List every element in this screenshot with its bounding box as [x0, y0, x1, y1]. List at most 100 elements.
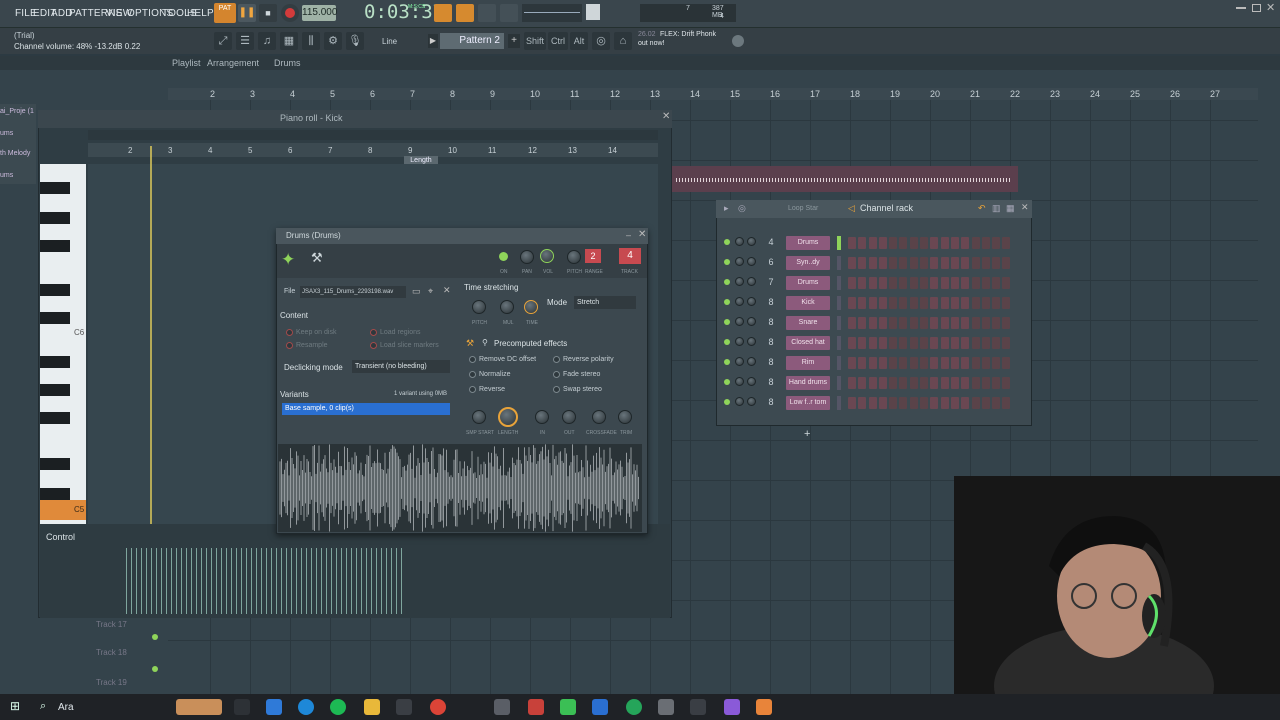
step-button[interactable] [889, 237, 898, 249]
step-button[interactable] [992, 237, 1001, 249]
velocity-bar[interactable] [216, 548, 217, 614]
velocity-bar[interactable] [376, 548, 377, 614]
playlist-icon[interactable]: ☰ [236, 32, 254, 50]
step-button[interactable] [868, 237, 877, 249]
velocity-bar[interactable] [131, 548, 132, 614]
step-button[interactable] [940, 297, 949, 309]
step-button[interactable] [1002, 317, 1011, 329]
black-key[interactable] [40, 488, 70, 500]
step-button[interactable] [992, 257, 1001, 269]
black-key[interactable] [40, 212, 70, 224]
search-icon[interactable]: ⌕ [40, 700, 52, 712]
step-button[interactable] [1002, 337, 1011, 349]
step-button[interactable] [950, 237, 959, 249]
microphone-icon[interactable]: 🎙 [346, 32, 364, 50]
step-button[interactable] [950, 337, 959, 349]
channel-mute-led[interactable] [724, 299, 730, 305]
channel-mixer-track[interactable]: 8 [764, 357, 778, 367]
step-button[interactable] [961, 337, 970, 349]
channel-select-indicator[interactable] [837, 276, 841, 290]
stop-button[interactable]: ■ [259, 4, 277, 22]
velocity-bar[interactable] [211, 548, 212, 614]
add-pattern-button[interactable]: + [508, 34, 520, 48]
task-view-icon[interactable] [234, 699, 250, 715]
step-button[interactable] [889, 257, 898, 269]
black-key[interactable] [40, 182, 70, 194]
velocity-bar[interactable] [181, 548, 182, 614]
step-button[interactable] [992, 337, 1001, 349]
velocity-bar[interactable] [371, 548, 372, 614]
edge-icon[interactable] [298, 699, 314, 715]
channel-mixer-track[interactable]: 6 [764, 257, 778, 267]
picker-item[interactable]: ums [0, 130, 13, 137]
step-button[interactable] [920, 357, 929, 369]
velocity-bar[interactable] [331, 548, 332, 614]
track-mute-led[interactable] [152, 634, 158, 640]
velocity-bar[interactable] [176, 548, 177, 614]
step-button[interactable] [889, 377, 898, 389]
step-button[interactable] [930, 297, 939, 309]
step-button[interactable] [961, 397, 970, 409]
load-regions-checkbox[interactable] [370, 329, 377, 336]
step-button[interactable] [878, 357, 887, 369]
channel-pan-knob[interactable] [735, 297, 744, 306]
velocity-bar[interactable] [206, 548, 207, 614]
plugin-icon[interactable]: ⚙ [324, 32, 342, 50]
channel-name-button[interactable]: Drums [786, 276, 830, 290]
velocity-bar[interactable] [261, 548, 262, 614]
news-line-2[interactable]: out now! [638, 40, 664, 47]
step-button[interactable] [878, 257, 887, 269]
channel-select-indicator[interactable] [837, 256, 841, 270]
step-button[interactable] [920, 297, 929, 309]
velocity-bar[interactable] [196, 548, 197, 614]
sample-start-knob[interactable] [472, 410, 486, 424]
step-button[interactable] [889, 317, 898, 329]
velocity-bar[interactable] [356, 548, 357, 614]
step-button[interactable] [961, 317, 970, 329]
step-button[interactable] [961, 277, 970, 289]
channel-volume-knob[interactable] [747, 317, 756, 326]
step-button[interactable] [971, 317, 980, 329]
channel-mixer-track[interactable]: 8 [764, 317, 778, 327]
weather-widget-icon[interactable] [176, 699, 222, 715]
channel-select-indicator[interactable] [837, 236, 841, 250]
pattern-prev-icon[interactable]: ▶ [428, 34, 438, 48]
step-button[interactable] [992, 397, 1001, 409]
velocity-bar[interactable] [251, 548, 252, 614]
step-button[interactable] [940, 277, 949, 289]
step-button[interactable] [971, 357, 980, 369]
channel-select-indicator[interactable] [837, 316, 841, 330]
step-button[interactable] [909, 317, 918, 329]
velocity-bar[interactable] [301, 548, 302, 614]
channel-select-indicator[interactable] [837, 376, 841, 390]
stretch-pitch-knob[interactable] [472, 300, 486, 314]
velocity-bar[interactable] [256, 548, 257, 614]
in-knob[interactable] [535, 410, 549, 424]
channel-mute-led[interactable] [724, 319, 730, 325]
keep-on-disk-checkbox[interactable] [286, 329, 293, 336]
step-button[interactable] [961, 297, 970, 309]
step-button[interactable] [961, 257, 970, 269]
load-slice-markers-checkbox[interactable] [370, 342, 377, 349]
velocity-bar[interactable] [231, 548, 232, 614]
velocity-bar[interactable] [221, 548, 222, 614]
step-button[interactable] [971, 277, 980, 289]
step-button[interactable] [971, 377, 980, 389]
velocity-bar[interactable] [326, 548, 327, 614]
shift-key-button[interactable]: Shift [524, 32, 546, 50]
menu-help[interactable]: HELP [187, 8, 214, 19]
control-label[interactable]: Control [46, 532, 75, 542]
picker-item[interactable]: ai_Proje (1 [0, 108, 34, 115]
stretch-mul-knob[interactable] [500, 300, 514, 314]
step-button[interactable] [848, 237, 856, 249]
step-button[interactable] [992, 317, 1001, 329]
step-button[interactable] [899, 377, 908, 389]
channel-select-indicator[interactable] [837, 396, 841, 410]
step-button[interactable] [878, 237, 887, 249]
step-button[interactable] [930, 257, 939, 269]
wait-input-icon[interactable]: ⌂ [614, 32, 632, 50]
step-button[interactable] [930, 357, 939, 369]
channel-filter[interactable]: Loop Star [788, 205, 818, 212]
drums-titlebar[interactable]: Drums (Drums) – ✕ [276, 228, 648, 244]
app-icon[interactable] [528, 699, 544, 715]
